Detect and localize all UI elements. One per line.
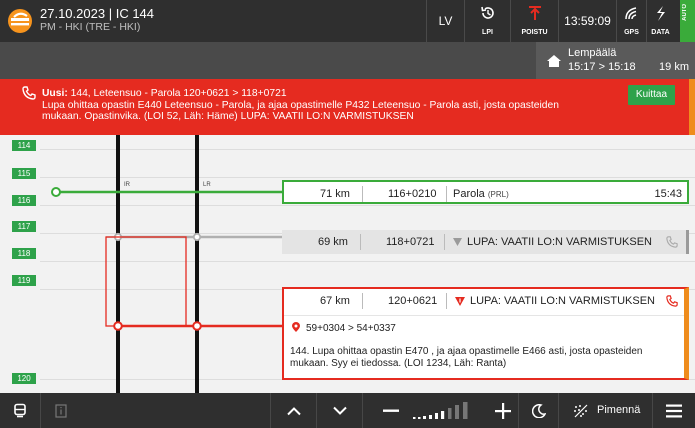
phone-icon bbox=[666, 295, 678, 307]
info-icon bbox=[54, 403, 67, 418]
station-time: 15:43 bbox=[654, 188, 682, 200]
chevron-down-icon bbox=[332, 406, 347, 415]
vr-logo-icon bbox=[8, 9, 32, 33]
permit-location-text: 59+0304 > 54+0337 bbox=[306, 323, 396, 334]
permit-location: 59+0304 > 54+0337 bbox=[292, 322, 396, 334]
station-node bbox=[51, 187, 61, 197]
divider bbox=[362, 293, 363, 309]
permit-old-text-cell: LUPA: VAATII LO:N VARMISTUKSEN bbox=[453, 230, 652, 254]
alert-text: Uusi: 144, Leteensuo - Parola 120+0621 >… bbox=[42, 88, 602, 123]
zoom-out-icon[interactable] bbox=[383, 409, 399, 412]
divider bbox=[446, 186, 447, 202]
train-title: 27.10.2023 | IC 144 bbox=[40, 6, 154, 21]
info-button[interactable] bbox=[40, 393, 80, 428]
auto-indicator: AUTO bbox=[680, 0, 695, 42]
permit-new-node-lr bbox=[192, 321, 202, 331]
scroll-up-button[interactable] bbox=[270, 393, 316, 428]
clock: 13:59:09 bbox=[558, 0, 616, 42]
train-icon bbox=[14, 403, 26, 417]
track-view[interactable]: 114 115 116 117 118 119 120 IR LR 71 km … bbox=[0, 135, 695, 393]
auto-label: AUTO bbox=[682, 4, 688, 21]
permit-new-position: 120+0621 bbox=[388, 295, 438, 307]
permit-details: 144. Lupa ohittaa opastin E470 , ja ajaa… bbox=[290, 346, 643, 369]
zoom-in-icon[interactable] bbox=[495, 402, 511, 419]
history-icon bbox=[480, 6, 494, 19]
alert-line-1: 144, Leteensuo - Parola 120+0621 > 118+0… bbox=[67, 88, 287, 99]
station-km: 71 km bbox=[320, 188, 350, 200]
language-button[interactable]: LV bbox=[426, 0, 464, 42]
next-station-times: 15:17 > 15:18 bbox=[568, 61, 636, 73]
menu-button[interactable] bbox=[652, 393, 695, 428]
data-transfer-icon bbox=[656, 6, 665, 21]
next-station[interactable]: Lempäälä 15:17 > 15:18 19 km bbox=[536, 42, 695, 79]
next-station-bar: Lempäälä 15:17 > 15:18 19 km bbox=[0, 42, 695, 79]
location-pin-icon bbox=[292, 322, 300, 332]
permit-old-position: 118+0721 bbox=[386, 236, 435, 248]
train-info: 27.10.2023 | IC 144 PM - HKI (TRE - HKI) bbox=[40, 6, 154, 34]
permit-row-new[interactable]: 67 km 120+0621 LUPA: VAATII LO:N VARMIST… bbox=[282, 287, 689, 380]
warning-triangle-icon bbox=[455, 296, 465, 306]
hamburger-menu-icon bbox=[666, 404, 682, 417]
permit-new-text-cell: LUPA: VAATII LO:N VARMISTUKSEN bbox=[455, 289, 655, 313]
alert-line-2: Lupa ohittaa opastin E440 Leteensuo - Pa… bbox=[42, 99, 559, 111]
divider bbox=[446, 293, 447, 309]
row-divider bbox=[284, 315, 684, 316]
permit-row-old[interactable]: 69 km 118+0721 LUPA: VAATII LO:N VARMIST… bbox=[282, 230, 689, 254]
alert-prefix: Uusi: bbox=[42, 88, 68, 99]
track-label-lr: LR bbox=[203, 182, 211, 188]
station-name: Parola bbox=[453, 188, 485, 200]
permit-old-km: 69 km bbox=[318, 236, 348, 248]
permit-new-km: 67 km bbox=[320, 295, 350, 307]
alert-line-3: mukaan. Opastinvika. (LOI 52, Läh: Häme)… bbox=[42, 111, 414, 122]
next-station-distance: 19 km bbox=[659, 61, 689, 73]
exit-button[interactable]: POISTU bbox=[510, 0, 558, 42]
gps-label: GPS bbox=[624, 29, 639, 36]
alert-edge bbox=[689, 79, 695, 135]
train-date: 27.10.2023 bbox=[40, 6, 106, 21]
permit-new-text: LUPA: VAATII LO:N VARMISTUKSEN bbox=[470, 295, 656, 307]
lpi-button[interactable]: LPI bbox=[464, 0, 510, 42]
station-code: (PRL) bbox=[487, 190, 509, 199]
scroll-down-button[interactable] bbox=[316, 393, 362, 428]
train-number: IC 144 bbox=[115, 6, 155, 21]
station-row[interactable]: 71 km 116+0210 Parola (PRL) 15:43 bbox=[282, 180, 689, 204]
station-position: 116+0210 bbox=[388, 188, 437, 200]
zoom-control[interactable] bbox=[362, 393, 518, 428]
acknowledge-button[interactable]: Kuittaa bbox=[628, 85, 675, 105]
lpi-label: LPI bbox=[482, 29, 493, 36]
home-icon bbox=[547, 55, 561, 67]
exit-arrow-icon bbox=[528, 6, 541, 20]
new-permit-alert: Uusi: 144, Leteensuo - Parola 120+0621 >… bbox=[0, 79, 695, 135]
warning-triangle-icon bbox=[453, 238, 462, 247]
phone-icon bbox=[22, 86, 36, 100]
train-view-button[interactable] bbox=[0, 393, 40, 428]
moon-icon bbox=[531, 403, 546, 418]
phone-icon bbox=[666, 236, 678, 248]
gps-status: GPS bbox=[616, 0, 646, 42]
dim-brightness-icon bbox=[574, 404, 588, 417]
zoom-level-icon bbox=[413, 401, 468, 419]
divider bbox=[444, 234, 445, 250]
title-separator: | bbox=[108, 6, 116, 21]
data-status: DATA bbox=[646, 0, 674, 42]
next-station-name: Lempäälä bbox=[568, 47, 617, 59]
permit-old-text: LUPA: VAATII LO:N VARMISTUKSEN bbox=[467, 236, 653, 248]
bottom-bar: Pimennä bbox=[0, 393, 695, 428]
divider bbox=[360, 234, 361, 250]
chevron-up-icon bbox=[286, 406, 301, 415]
gps-signal-icon bbox=[624, 7, 636, 20]
exit-label: POISTU bbox=[521, 29, 548, 36]
dim-label: Pimennä bbox=[597, 404, 641, 416]
track-label-ir: IR bbox=[124, 182, 131, 188]
night-mode-button[interactable] bbox=[518, 393, 558, 428]
train-route: PM - HKI (TRE - HKI) bbox=[40, 21, 141, 33]
permit-new-node-ir bbox=[113, 321, 123, 331]
top-bar: 27.10.2023 | IC 144 PM - HKI (TRE - HKI)… bbox=[0, 0, 695, 42]
permit-old-node-lr bbox=[192, 232, 202, 242]
data-label: DATA bbox=[651, 29, 670, 36]
dim-button[interactable]: Pimennä bbox=[558, 393, 652, 428]
divider bbox=[362, 186, 363, 202]
station-name-cell: Parola (PRL) bbox=[453, 182, 509, 206]
